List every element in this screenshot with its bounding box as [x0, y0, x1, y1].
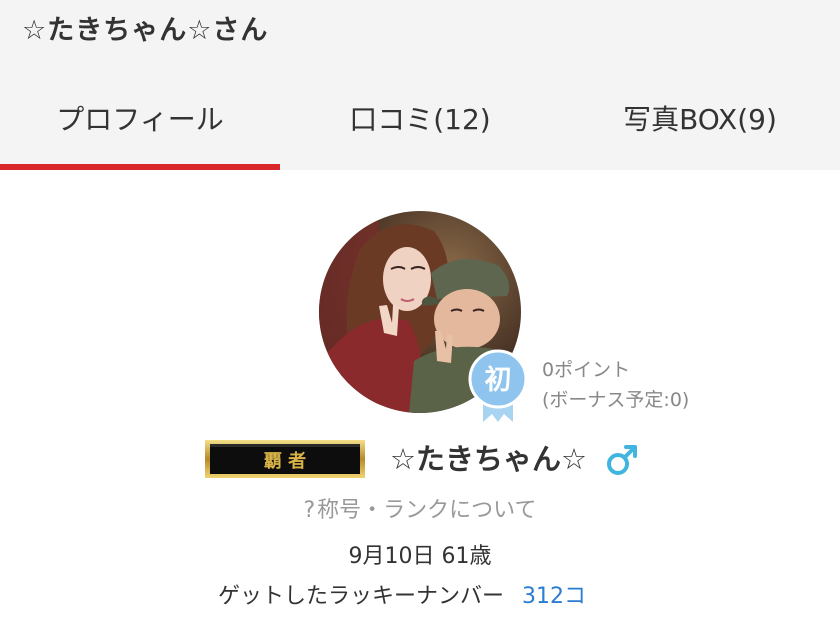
badge-label: 初 — [485, 365, 512, 396]
tab-profile[interactable]: プロフィール — [0, 70, 280, 170]
rank-plate-text: 覇 者 — [264, 451, 306, 472]
rank-help-link[interactable]: ?称号・ランクについて — [0, 492, 840, 524]
rank-title-plate: 覇 者 — [205, 440, 365, 478]
tab-photo-box[interactable]: 写真BOX(9) — [560, 70, 840, 170]
points-info: 0ポイント (ボーナス予定:0) — [542, 355, 689, 415]
tab-reviews-label: 口コミ(12) — [349, 103, 491, 136]
page-title: ☆たきちゃん☆さん — [22, 15, 269, 46]
tab-reviews[interactable]: 口コミ(12) — [280, 70, 560, 170]
question-mark-icon: ? — [303, 498, 316, 523]
lucky-number-row: ゲットしたラッキーナンバー 312コ — [218, 578, 586, 610]
male-symbol-icon — [607, 445, 637, 475]
lucky-number-count-link[interactable]: 312コ — [522, 584, 586, 609]
rank-help-text: 称号・ランクについて — [317, 498, 537, 523]
birthday-age: 9月10日 61歳 — [348, 544, 492, 569]
bonus-value: (ボーナス予定:0) — [542, 389, 690, 411]
beginner-badge-icon: 初 — [468, 349, 528, 422]
tab-photo-box-label: 写真BOX(9) — [623, 103, 777, 136]
active-tab-indicator — [0, 164, 280, 170]
points-value: 0ポイント — [542, 359, 631, 381]
page-header: ☆たきちゃん☆さん プロフィール 口コミ(12) 写真BOX(9) — [0, 0, 840, 170]
username: ☆たきちゃん☆ — [390, 442, 587, 476]
tab-profile-label: プロフィール — [56, 103, 224, 136]
tab-bar: プロフィール 口コミ(12) 写真BOX(9) — [0, 70, 840, 170]
lucky-number-label: ゲットしたラッキーナンバー — [218, 584, 505, 609]
